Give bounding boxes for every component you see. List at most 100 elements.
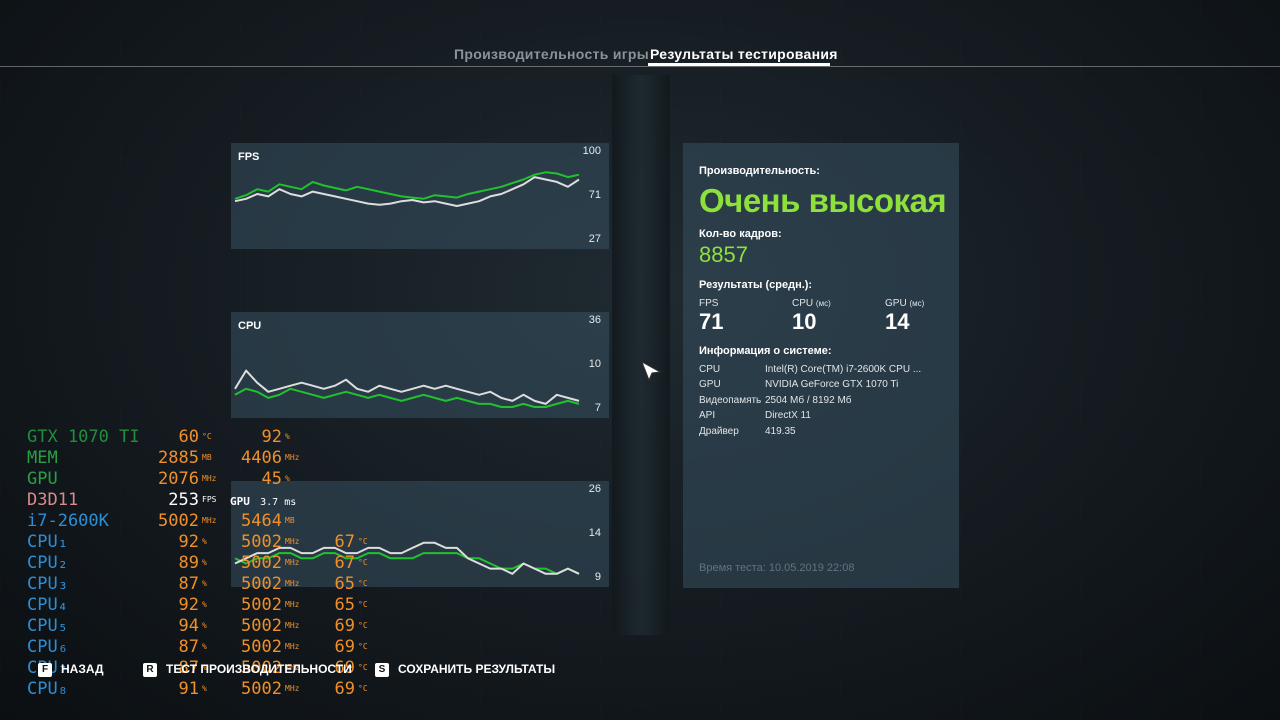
tab-test-results[interactable]: Результаты тестирования [650, 46, 838, 62]
save-results-action[interactable]: S СОХРАНИТЬ РЕЗУЛЬТАТЫ [375, 662, 555, 677]
osd-core-temp: 69 [334, 637, 355, 657]
series-line-2 [234, 176, 580, 207]
osd-mem-v2: 4406 [241, 448, 282, 468]
avg-fps-value: 71 [699, 309, 724, 334]
sys-value-cpu: Intel(R) Core(TM) i7-2600K CPU ... [765, 364, 922, 375]
system-info-label: Информация о системе: [699, 345, 832, 357]
key-r-icon: R [143, 662, 157, 677]
frame-count-value: 8857 [699, 242, 748, 267]
osd-core-load: 87 [178, 574, 199, 594]
osd-gtx-load: 92 [261, 427, 282, 447]
osd-core-temp: 69 [334, 616, 355, 636]
y-tick-min: 27 [588, 233, 601, 245]
osd-core-row: CPU₄ 92% 5002 MHz 65 °C [27, 595, 368, 615]
osd-core-load: 94 [178, 616, 199, 636]
osd-core-load: 87 [178, 637, 199, 657]
y-tick-max: 36 [588, 314, 601, 326]
y-tick-mid: 14 [588, 527, 601, 539]
osd-core-row: CPU₈ 91% 5002 MHz 69 °C [27, 679, 368, 699]
y-tick-mid: 10 [588, 358, 601, 370]
sys-value-gpu: NVIDIA GeForce GTX 1070 Ti [765, 379, 899, 390]
avg-cpu-label: CPU (мс) [792, 298, 831, 309]
osd-core-mhz-unit: MHz [285, 642, 300, 651]
osd-core-mhz-unit: MHz [285, 558, 300, 567]
y-tick-min: 7 [594, 402, 601, 414]
osd-core-temp: 67 [334, 532, 355, 552]
osd-core-mhz-unit: MHz [285, 600, 300, 609]
y-tick-mid: 71 [588, 189, 601, 201]
osd-core-temp-unit: °C [358, 621, 368, 630]
background-pillar [612, 75, 670, 635]
osd-core-mhz: 5002 [241, 574, 282, 594]
osd-row-cpu: i7-2600K 5002 MHz 5464 MB [27, 511, 295, 531]
osd-row-d3d: D3D11 253 FPS GPU 3.7 ms [27, 490, 296, 513]
avg-gpu-unit: (мс) [909, 299, 925, 308]
osd-core-mhz: 5002 [241, 679, 282, 699]
avg-cpu-value: 10 [792, 309, 817, 334]
osd-gpu-u1: MHz [202, 474, 217, 483]
performance-label: Производительность: [699, 165, 820, 177]
osd-core-load: 92 [178, 595, 199, 615]
sys-value-api: DirectX 11 [765, 410, 811, 421]
osd-gtx-label: GTX 1070 TI [27, 427, 140, 447]
osd-core-label: CPU₂ [27, 553, 68, 573]
chart-title: CPU [238, 320, 262, 332]
osd-row-gpu: GPU 2076 MHz 45% [27, 469, 290, 489]
osd-core-load-unit: % [202, 684, 207, 693]
back-action[interactable]: F НАЗАД [38, 662, 104, 677]
key-s-icon: S [375, 662, 389, 677]
mouse-cursor-icon [641, 360, 662, 382]
osd-core-load-unit: % [202, 558, 207, 567]
frame-count-label: Кол-во кадров: [699, 228, 782, 240]
osd-gpu-u2: % [285, 474, 290, 483]
osd-core-mhz: 5002 [241, 553, 282, 573]
chart-title: FPS [238, 151, 260, 163]
osd-core-row: CPU₅ 94% 5002 MHz 69 °C [27, 616, 368, 636]
osd-core-temp: 65 [334, 595, 355, 615]
osd-core-temp: 65 [334, 574, 355, 594]
avg-gpu-label: GPU (мс) [885, 298, 924, 309]
osd-mem-v1: 2885 [158, 448, 199, 468]
osd-core-mhz: 5002 [241, 595, 282, 615]
osd-core-load-unit: % [202, 600, 207, 609]
sys-key-cpu: CPU [699, 364, 721, 375]
sys-key-driver: Драйвер [699, 426, 739, 437]
osd-core-temp-unit: °C [358, 663, 368, 672]
osd-core-mhz-unit: MHz [285, 537, 300, 546]
osd-core-label: CPU₃ [27, 574, 68, 594]
test-time: Время теста: 10.05.2019 22:08 [699, 562, 855, 574]
tab-divider [0, 66, 1280, 67]
osd-core-mhz-unit: MHz [285, 579, 300, 588]
osd-core-mhz: 5002 [241, 637, 282, 657]
osd-core-load-unit: % [202, 579, 207, 588]
sys-key-vram: Видеопамять [699, 395, 762, 406]
osd-core-load-unit: % [202, 621, 207, 630]
benchmark-action[interactable]: R ТЕСТ ПРОИЗВОДИТЕЛЬНОСТИ [143, 662, 352, 677]
osd-core-temp-unit: °C [358, 558, 368, 567]
tab-game-performance[interactable]: Производительность игры [454, 46, 649, 62]
key-f-icon: F [38, 662, 52, 677]
osd-core-label: CPU₁ [27, 532, 68, 552]
avg-fps-label: FPS [699, 298, 719, 309]
osd-core-mhz-unit: MHz [285, 684, 300, 693]
osd-gpu-label: GPU [27, 469, 58, 489]
osd-core-temp-unit: °C [358, 537, 368, 546]
avg-cpu-unit: (мс) [815, 299, 831, 308]
performance-rating: Очень высокая [699, 182, 947, 219]
cpu-chart-panel: CPU 36 10 7 [231, 312, 609, 418]
osd-d3d-frametime-label: GPU [230, 495, 250, 508]
y-tick-max: 100 [582, 145, 601, 157]
avg-cpu-label-text: CPU [792, 298, 814, 309]
osd-core-row: CPU₁ 92% 5002 MHz 67 °C [27, 532, 368, 552]
osd-mem-u2: MHz [285, 453, 300, 462]
osd-d3d-fps-unit: FPS [202, 495, 217, 504]
fps-chart [234, 171, 580, 207]
average-results-label: Результаты (средн.): [699, 279, 813, 291]
y-tick-max: 26 [588, 483, 601, 495]
osd-gpu-v2: 45 [261, 469, 282, 489]
osd-cpu-v1: 5002 [158, 511, 199, 531]
osd-core-load: 89 [178, 553, 199, 573]
osd-gtx-load-unit: % [285, 432, 290, 441]
osd-core-temp: 69 [334, 679, 355, 699]
osd-cpu-v2: 5464 [241, 511, 282, 531]
